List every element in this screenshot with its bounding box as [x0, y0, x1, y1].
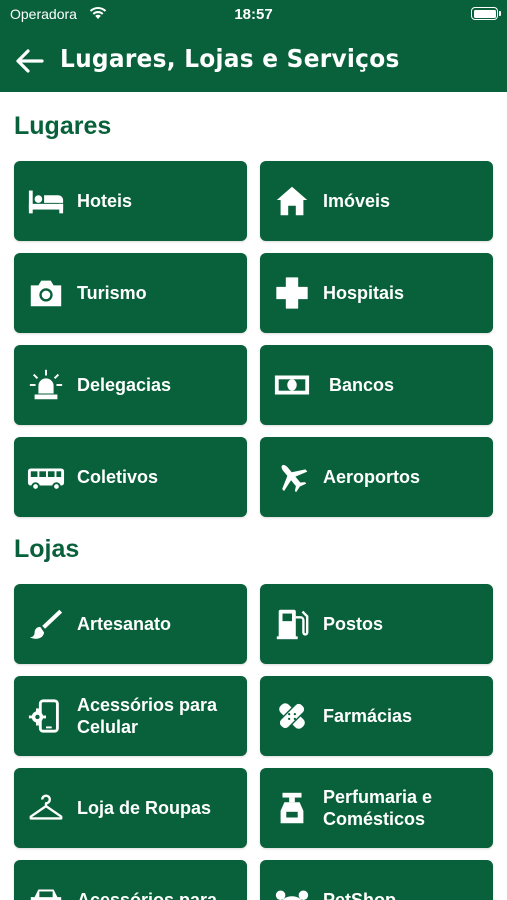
tile-petshop[interactable]: PetShop — [260, 860, 493, 900]
tile-label: Acessórios para Celular — [77, 695, 218, 737]
navigation-bar: Lugares, Lojas e Serviços — [0, 30, 507, 92]
tile-bancos[interactable]: Bancos — [260, 345, 493, 425]
category-list[interactable]: Lugares Hoteis Imóveis Turismo Hospitais… — [0, 92, 507, 900]
tile-label: Hospitais — [323, 283, 405, 303]
hanger-icon — [26, 790, 66, 826]
tile-label: Loja de Roupas — [77, 798, 212, 818]
tile-perfumaria[interactable]: Perfumaria e Comésticos — [260, 768, 493, 848]
phone-settings-icon — [26, 698, 66, 734]
bus-icon — [26, 459, 66, 495]
bandage-icon — [272, 698, 312, 734]
status-bar: Operadora 18:57 — [0, 0, 507, 30]
camera-icon — [26, 275, 66, 311]
tile-acessorios-celular[interactable]: Acessórios para Celular — [14, 676, 247, 756]
tile-label: Coletivos — [77, 467, 159, 487]
clock: 18:57 — [234, 6, 273, 23]
perfume-bottle-icon — [272, 790, 312, 826]
tile-label: Delegacias — [77, 375, 172, 395]
house-icon — [272, 183, 312, 219]
money-bill-icon — [272, 367, 312, 403]
tile-label: Farmácias — [323, 706, 413, 726]
battery-icon — [471, 7, 501, 20]
tile-turismo[interactable]: Turismo — [14, 253, 247, 333]
section-title-lojas: Lojas — [14, 535, 80, 563]
tile-label: Perfumaria e Comésticos — [323, 787, 433, 829]
page-title: Lugares, Lojas e Serviços — [60, 44, 400, 73]
tile-hospitais[interactable]: Hospitais — [260, 253, 493, 333]
tile-label: Postos — [323, 614, 384, 634]
paintbrush-icon — [26, 606, 66, 642]
tile-label: Artesanato — [77, 614, 172, 634]
tile-loja-roupas[interactable]: Loja de Roupas — [14, 768, 247, 848]
police-siren-icon — [26, 367, 66, 403]
tile-label: Hoteis — [77, 191, 133, 211]
gas-pump-icon — [272, 606, 312, 642]
tile-label: Aeroportos — [323, 467, 421, 487]
medical-cross-icon — [272, 275, 312, 311]
tile-imoveis[interactable]: Imóveis — [260, 161, 493, 241]
back-arrow-icon[interactable] — [14, 45, 46, 77]
pet-icon — [272, 882, 312, 900]
tile-label: PetShop — [323, 890, 397, 900]
airplane-icon — [272, 459, 312, 495]
tile-postos[interactable]: Postos — [260, 584, 493, 664]
tile-farmacias[interactable]: Farmácias — [260, 676, 493, 756]
tile-aeroportos[interactable]: Aeroportos — [260, 437, 493, 517]
tile-coletivos[interactable]: Coletivos — [14, 437, 247, 517]
tile-artesanato[interactable]: Artesanato — [14, 584, 247, 664]
section-title-lugares: Lugares — [14, 112, 112, 140]
tile-delegacias[interactable]: Delegacias — [14, 345, 247, 425]
tile-label: Turismo — [77, 283, 147, 303]
tile-hoteis[interactable]: Hoteis — [14, 161, 247, 241]
tile-label: Acessórios para — [77, 890, 218, 900]
car-icon — [26, 882, 66, 900]
bed-icon — [26, 183, 66, 219]
tile-acessorios-carro[interactable]: Acessórios para — [14, 860, 247, 900]
tile-label: Imóveis — [323, 191, 391, 211]
tile-label: Bancos — [329, 375, 395, 395]
